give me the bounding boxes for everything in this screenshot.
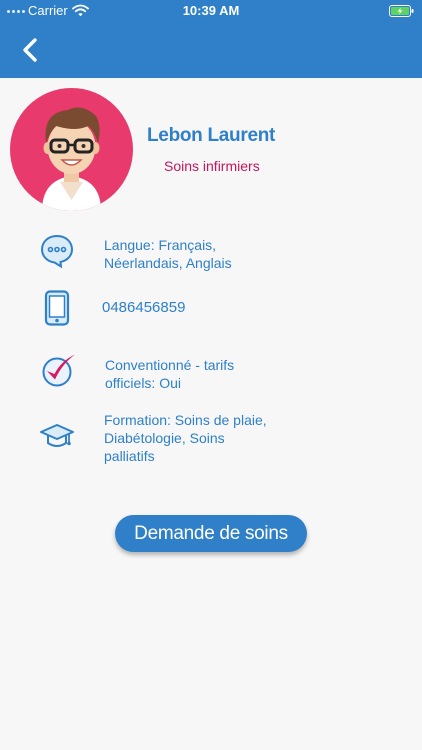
- avatar-illustration: [42, 107, 101, 211]
- back-chevron-icon[interactable]: [18, 36, 44, 64]
- request-care-button[interactable]: Demande de soins: [115, 515, 307, 552]
- info-text-training: Formation: Soins de plaie, Diabétologie,…: [104, 412, 267, 464]
- graduation-cap-icon: [40, 424, 74, 447]
- phone-icon: [44, 290, 70, 326]
- info-text-phone[interactable]: 0486456859: [102, 299, 185, 317]
- practitioner-specialty: Soins infirmiers: [164, 158, 260, 174]
- checkmark-icon: [42, 354, 75, 387]
- header-bar: Carrier 10:39 AM: [0, 0, 422, 78]
- speech-bubble-icon: [40, 234, 74, 269]
- battery-icon: [389, 5, 414, 17]
- status-time: 10:39 AM: [182, 3, 240, 18]
- nurse-avatar: [10, 88, 133, 211]
- info-text-language: Langue: Français, Néerlandais, Anglais: [104, 237, 232, 271]
- status-bar: Carrier 10:39 AM: [0, 0, 422, 22]
- info-text-convention: Conventionné - tarifs officiels: Oui: [105, 357, 235, 391]
- practitioner-name: Lebon Laurent: [147, 125, 276, 146]
